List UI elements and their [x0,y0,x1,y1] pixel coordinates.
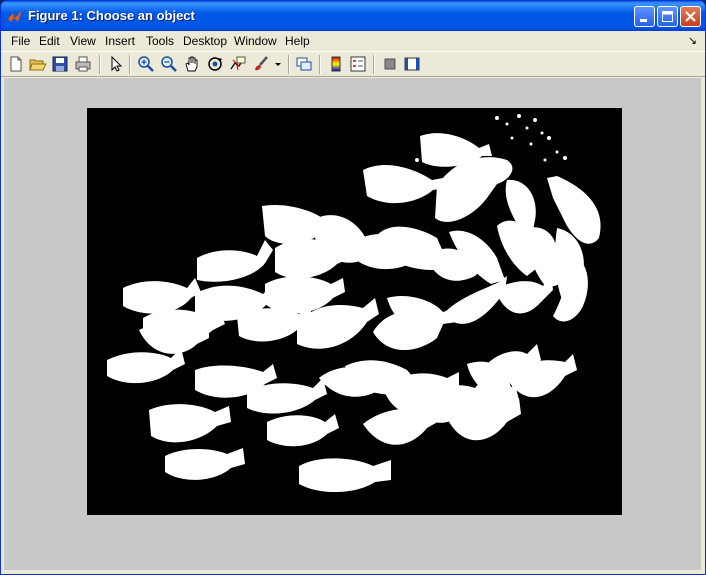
image-axes[interactable] [87,108,622,515]
figure-window: Figure 1: Choose an object File Edit Vie… [0,0,706,575]
zoom-out-icon[interactable] [160,55,178,73]
menu-window[interactable]: Window [234,34,277,48]
data-cursor-icon[interactable] [229,55,247,73]
open-file-icon[interactable] [29,55,47,73]
save-icon[interactable] [51,55,69,73]
menu-bar: File Edit View Insert Tools Desktop Wind… [1,31,705,51]
segmented-image[interactable] [87,108,622,515]
menu-view[interactable]: View [70,34,96,48]
brush-icon[interactable] [252,55,270,73]
figure-toolbar [1,51,705,77]
hide-plot-tools-icon[interactable] [381,55,399,73]
menu-tools[interactable]: Tools [146,34,174,48]
toolbar-separator [129,55,131,74]
maximize-icon [662,11,673,22]
new-figure-icon[interactable] [7,55,25,73]
link-plot-icon[interactable] [295,55,313,73]
edit-plot-arrow-icon[interactable] [107,55,125,73]
colorbar-icon[interactable] [327,55,345,73]
figure-canvas[interactable] [4,78,701,570]
maximize-button[interactable] [657,6,678,27]
zoom-in-icon[interactable] [137,55,155,73]
menu-edit[interactable]: Edit [39,34,60,48]
print-icon[interactable] [74,55,92,73]
minimize-button[interactable] [634,6,655,27]
title-bar[interactable]: Figure 1: Choose an object [1,1,705,31]
menu-file[interactable]: File [11,34,30,48]
toolbar-separator [99,55,101,74]
matlab-icon [8,10,22,22]
legend-icon[interactable] [349,55,367,73]
window-title: Figure 1: Choose an object [28,8,195,23]
toolbar-separator [319,55,321,74]
minimize-icon [640,19,647,22]
menu-insert[interactable]: Insert [105,34,135,48]
brush-dropdown-icon[interactable] [273,55,283,73]
toolbar-separator [288,55,290,74]
dock-arrow-icon[interactable]: ↘ [688,34,697,47]
pan-hand-icon[interactable] [183,55,201,73]
menu-help[interactable]: Help [285,34,310,48]
close-icon [685,11,696,22]
menu-desktop[interactable]: Desktop [183,34,227,48]
toolbar-separator [373,55,375,74]
close-button[interactable] [680,6,701,27]
rotate-3d-icon[interactable] [206,55,224,73]
show-plot-tools-icon[interactable] [403,55,421,73]
